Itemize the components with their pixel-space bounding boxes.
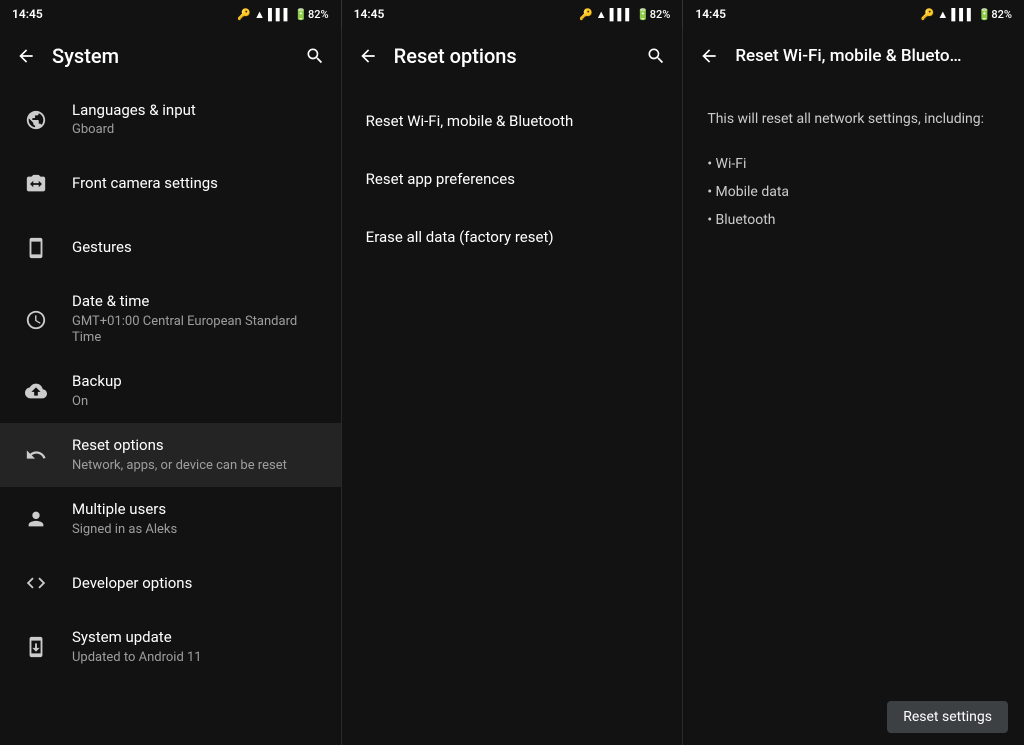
wifi-list-item-wifi: • Wi-Fi xyxy=(707,150,1000,178)
reset-wifi-detail-content: This will reset all network settings, in… xyxy=(683,84,1024,689)
front-camera-text: Front camera settings xyxy=(72,174,325,194)
signal-icon-2: ▌▌▌ xyxy=(610,8,633,21)
date-time-title: Date & time xyxy=(72,292,325,312)
reset-btn-container: Reset settings xyxy=(683,689,1024,745)
developer-options-title: Developer options xyxy=(72,574,325,594)
status-icons-2: 🔑 ▲ ▌▌▌ 🔋82% xyxy=(579,8,670,21)
status-segment-3: 14:45 🔑 ▲ ▌▌▌ 🔋82% xyxy=(683,0,1024,28)
reset-options-title: Reset options xyxy=(72,436,325,456)
sidebar-item-date-time[interactable]: Date & time GMT+01:00 Central European S… xyxy=(0,280,341,359)
system-update-icon xyxy=(16,627,56,667)
person-icon xyxy=(16,499,56,539)
reset-options-list: Reset Wi-Fi, mobile & Bluetooth Reset ap… xyxy=(342,84,683,745)
wifi-icon-2: ▲ xyxy=(596,8,607,21)
backup-text: Backup On xyxy=(72,372,325,410)
signal-icon-3: ▌▌▌ xyxy=(951,8,974,21)
reset-settings-button[interactable]: Reset settings xyxy=(887,701,1008,733)
multiple-users-title: Multiple users xyxy=(72,500,325,520)
languages-title: Languages & input xyxy=(72,101,325,121)
sidebar-item-backup[interactable]: Backup On xyxy=(0,359,341,423)
reset-options-text: Reset options Network, apps, or device c… xyxy=(72,436,325,474)
battery-icon-2: 🔋82% xyxy=(636,8,670,21)
panel-reset-options: Reset options Reset Wi-Fi, mobile & Blue… xyxy=(342,28,684,745)
sidebar-item-languages[interactable]: Languages & input Gboard xyxy=(0,88,341,152)
reset-options-search-button[interactable] xyxy=(638,38,674,74)
signal-icon-1: ▌▌▌ xyxy=(268,8,291,21)
wifi-list-item-mobile-data: • Mobile data xyxy=(707,178,1000,206)
key-icon-1: 🔑 xyxy=(237,8,251,21)
languages-subtitle: Gboard xyxy=(72,122,325,139)
sidebar-item-front-camera[interactable]: Front camera settings xyxy=(0,152,341,216)
system-update-subtitle: Updated to Android 11 xyxy=(72,650,325,667)
reset-wifi-panel-title: Reset Wi-Fi, mobile & Blueto… xyxy=(735,46,1016,66)
system-search-button[interactable] xyxy=(297,38,333,74)
system-panel-title: System xyxy=(52,44,289,68)
key-icon-2: 🔑 xyxy=(579,8,593,21)
panels-container: System Languages & input Gboard xyxy=(0,28,1024,745)
status-segment-2: 14:45 🔑 ▲ ▌▌▌ 🔋82% xyxy=(342,0,683,28)
code-icon xyxy=(16,563,56,603)
wifi-icon-3: ▲ xyxy=(937,8,948,21)
panel-reset-wifi-detail: Reset Wi-Fi, mobile & Blueto… This will … xyxy=(683,28,1024,745)
sidebar-item-system-update[interactable]: System update Updated to Android 11 xyxy=(0,615,341,679)
reset-option-app-preferences[interactable]: Reset app preferences xyxy=(342,150,683,208)
gestures-icon xyxy=(16,228,56,268)
system-back-button[interactable] xyxy=(8,38,44,74)
multiple-users-subtitle: Signed in as Aleks xyxy=(72,522,325,539)
sidebar-item-multiple-users[interactable]: Multiple users Signed in as Aleks xyxy=(0,487,341,551)
time-2: 14:45 xyxy=(354,7,385,21)
camera-front-icon xyxy=(16,164,56,204)
status-icons-1: 🔑 ▲ ▌▌▌ 🔋82% xyxy=(237,8,328,21)
front-camera-title: Front camera settings xyxy=(72,174,325,194)
languages-text: Languages & input Gboard xyxy=(72,101,325,139)
multiple-users-text: Multiple users Signed in as Aleks xyxy=(72,500,325,538)
sidebar-item-gestures[interactable]: Gestures xyxy=(0,216,341,280)
panel-system: System Languages & input Gboard xyxy=(0,28,342,745)
reset-wifi-back-button[interactable] xyxy=(691,38,727,74)
reset-options-back-button[interactable] xyxy=(350,38,386,74)
clock-icon xyxy=(16,300,56,340)
status-bar: 14:45 🔑 ▲ ▌▌▌ 🔋82% 14:45 🔑 ▲ ▌▌▌ 🔋82% 14… xyxy=(0,0,1024,28)
sidebar-item-developer-options[interactable]: Developer options xyxy=(0,551,341,615)
status-icons-3: 🔑 ▲ ▌▌▌ 🔋82% xyxy=(921,8,1012,21)
reset-options-subtitle: Network, apps, or device can be reset xyxy=(72,458,325,475)
time-1: 14:45 xyxy=(12,7,43,21)
status-segment-1: 14:45 🔑 ▲ ▌▌▌ 🔋82% xyxy=(0,0,341,28)
gestures-text: Gestures xyxy=(72,238,325,258)
reset-icon xyxy=(16,435,56,475)
developer-options-text: Developer options xyxy=(72,574,325,594)
reset-wifi-description: This will reset all network settings, in… xyxy=(707,108,1000,130)
backup-icon xyxy=(16,371,56,411)
system-update-text: System update Updated to Android 11 xyxy=(72,628,325,666)
battery-icon-3: 🔋82% xyxy=(978,8,1012,21)
panel-system-header: System xyxy=(0,28,341,84)
system-settings-list: Languages & input Gboard Front camera se… xyxy=(0,84,341,745)
reset-options-panel-title: Reset options xyxy=(394,44,631,68)
gestures-title: Gestures xyxy=(72,238,325,258)
reset-option-wifi[interactable]: Reset Wi-Fi, mobile & Bluetooth xyxy=(342,92,683,150)
date-time-text: Date & time GMT+01:00 Central European S… xyxy=(72,292,325,347)
date-time-subtitle: GMT+01:00 Central European Standard Time xyxy=(72,314,325,348)
wifi-list-item-bluetooth: • Bluetooth xyxy=(707,206,1000,234)
wifi-icon-1: ▲ xyxy=(254,8,265,21)
time-3: 14:45 xyxy=(695,7,726,21)
key-icon-3: 🔑 xyxy=(921,8,935,21)
battery-icon-1: 🔋82% xyxy=(294,8,328,21)
reset-option-erase-all-data[interactable]: Erase all data (factory reset) xyxy=(342,208,683,266)
backup-title: Backup xyxy=(72,372,325,392)
globe-icon xyxy=(16,100,56,140)
system-update-title: System update xyxy=(72,628,325,648)
backup-subtitle: On xyxy=(72,394,325,411)
panel-reset-options-header: Reset options xyxy=(342,28,683,84)
sidebar-item-reset-options[interactable]: Reset options Network, apps, or device c… xyxy=(0,423,341,487)
reset-wifi-list: • Wi-Fi • Mobile data • Bluetooth xyxy=(707,150,1000,234)
panel-reset-wifi-header: Reset Wi-Fi, mobile & Blueto… xyxy=(683,28,1024,84)
